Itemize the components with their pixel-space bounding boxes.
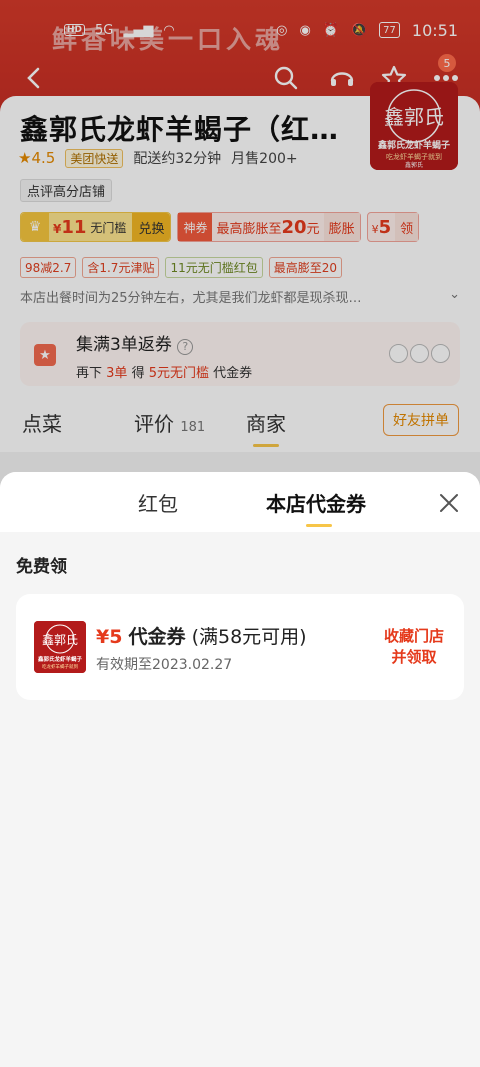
voucher-condition: (满58元可用) [191,626,307,648]
voucher-shop-logo: 鑫郭氏 鑫郭氏龙虾羊蝎子 吃龙虾羊蝎子就到 [34,621,86,673]
voucher-title: ¥5 代金券 (满58元可用) [96,622,307,649]
voucher-logo-slogan: 吃龙虾羊蝎子就到 [42,663,78,670]
section-title: 免费领 [16,557,67,577]
voucher-logo-image: 鑫郭氏 鑫郭氏龙虾羊蝎子 吃龙虾羊蝎子就到 [34,621,86,673]
voucher-amount: ¥5 [96,626,123,648]
tab-red-packet[interactable]: 红包 [138,488,178,517]
voucher-type: 代金券 [128,626,186,648]
sheet-tab-underline [306,524,332,527]
sheet-header: 红包 本店代金券 [0,472,480,532]
close-icon [440,494,458,512]
voucher-logo-title: 鑫郭氏龙虾羊蝎子 [37,655,83,663]
tab-store-voucher[interactable]: 本店代金券 [266,488,366,517]
voucher-expiry: 有效期至2023.02.27 [96,657,233,673]
collect-and-claim-button[interactable]: 收藏门店 并领取 [382,626,446,668]
claim-line-2: 并领取 [391,648,437,666]
voucher-logo-brand: 鑫郭氏 [42,632,78,647]
voucher-sheet: 红包 本店代金券 免费领 鑫郭氏 鑫郭氏龙虾羊蝎子 吃龙虾羊蝎子就到 ¥5 代金… [0,472,480,1067]
claim-line-1: 收藏门店 [383,627,444,645]
close-button[interactable] [436,490,462,516]
voucher-card: 鑫郭氏 鑫郭氏龙虾羊蝎子 吃龙虾羊蝎子就到 ¥5 代金券 (满58元可用) 有效… [16,594,464,700]
